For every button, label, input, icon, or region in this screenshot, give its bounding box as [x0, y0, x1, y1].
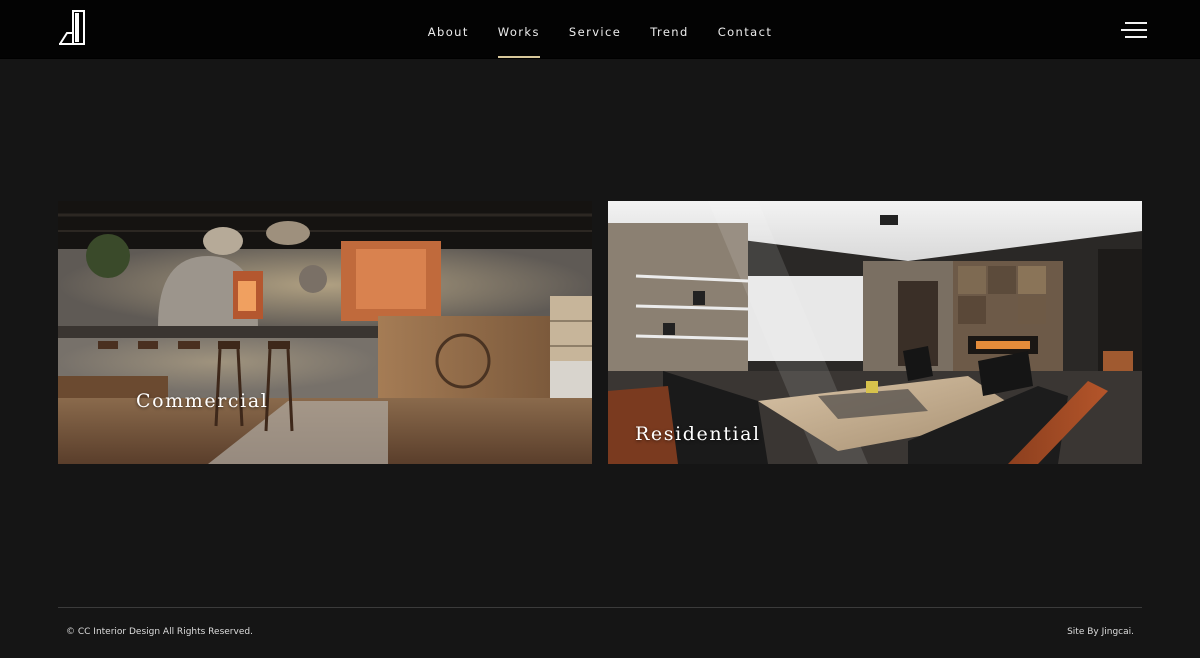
nav-item-label: Trend	[650, 25, 689, 39]
nav-item-trend[interactable]: Trend	[650, 0, 688, 58]
nav-item-works[interactable]: Works	[497, 0, 540, 58]
footer-divider	[58, 607, 1142, 608]
nav-item-about[interactable]: About	[428, 0, 469, 58]
works-card-residential[interactable]: Residential	[608, 201, 1142, 464]
nav-item-service[interactable]: Service	[569, 0, 621, 58]
copyright-text: © CC Interior Design All Rights Reserved…	[66, 627, 253, 637]
nav-item-label: Contact	[717, 25, 773, 39]
site-credit-link[interactable]: Site By Jingcai.	[1067, 627, 1134, 637]
works-card-commercial[interactable]: Commercial	[58, 201, 592, 464]
main-nav: About Works Service Trend Contact	[0, 0, 1200, 58]
nav-item-contact[interactable]: Contact	[718, 0, 773, 58]
restaurant-interior-photo	[58, 201, 592, 464]
active-indicator	[497, 56, 540, 58]
category-label-residential: Residential	[635, 423, 761, 445]
nav-item-label: Service	[568, 25, 622, 39]
site-header: About Works Service Trend Contact	[0, 0, 1200, 59]
hamburger-menu-icon[interactable]	[1121, 22, 1147, 38]
nav-item-label: Works	[497, 25, 540, 39]
category-label-commercial: Commercial	[136, 390, 269, 412]
nav-item-label: About	[427, 25, 469, 39]
